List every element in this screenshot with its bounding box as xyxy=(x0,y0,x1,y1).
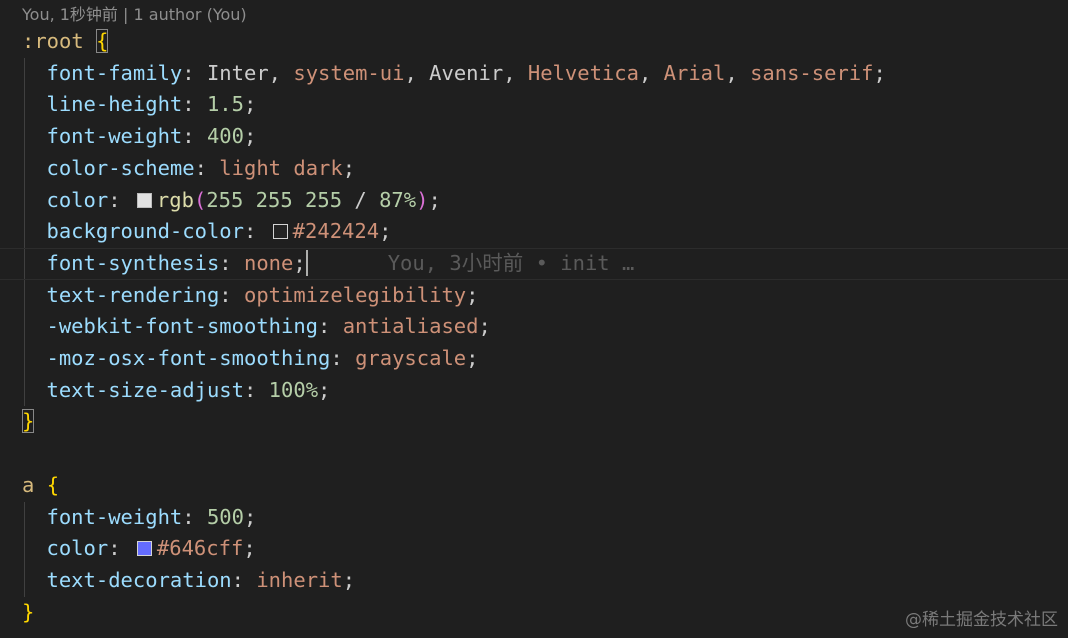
root-open-brace: { xyxy=(96,29,109,53)
css-property: font-family xyxy=(46,60,183,85)
root-selector: :root xyxy=(22,29,84,53)
code-line[interactable]: } xyxy=(0,406,1068,438)
color-swatch-icon[interactable] xyxy=(272,224,288,240)
code-line[interactable]: -webkit-font-smoothing: antialiased; xyxy=(0,311,1068,343)
code-line-current[interactable]: font-synthesis: none; You, 3小时前 • init … xyxy=(0,247,1068,280)
css-property: font-synthesis xyxy=(46,250,220,275)
root-close-brace: } xyxy=(22,409,35,434)
code-line[interactable]: text-decoration: inherit; xyxy=(0,565,1068,597)
codelens-author-info[interactable]: You, 1秒钟前 | 1 author (You) xyxy=(22,3,247,27)
css-property: color xyxy=(46,536,109,561)
code-editor[interactable]: You, 1秒钟前 | 1 author (You) :root { font-… xyxy=(0,0,1068,638)
css-property: -webkit-font-smoothing xyxy=(46,314,319,339)
code-line[interactable]: a { xyxy=(0,470,1068,502)
color-swatch-icon[interactable] xyxy=(136,192,152,208)
code-line[interactable]: font-weight: 400; xyxy=(0,121,1068,153)
color-swatch-icon[interactable] xyxy=(136,541,152,557)
a-selector: a xyxy=(22,472,35,497)
code-line[interactable]: color: #646cff; xyxy=(0,533,1068,565)
code-line[interactable]: line-height: 1.5; xyxy=(0,89,1068,121)
code-line[interactable]: -moz-osx-font-smoothing: grayscale; xyxy=(0,343,1068,375)
a-open-brace: { xyxy=(46,472,60,497)
code-line[interactable]: text-rendering: optimizelegibility; xyxy=(0,280,1068,312)
code-line[interactable]: color: rgb(255 255 255 / 87%); xyxy=(0,185,1068,217)
watermark-text: @稀土掘金技术社区 xyxy=(905,610,1058,630)
css-property: text-rendering xyxy=(46,282,220,307)
css-property: text-size-adjust xyxy=(46,377,244,402)
css-property: -moz-osx-font-smoothing xyxy=(46,346,331,370)
code-line[interactable]: font-family: Inter, system-ui, Avenir, H… xyxy=(0,58,1068,90)
css-property: font-weight xyxy=(46,124,183,149)
css-property: color xyxy=(46,187,109,212)
a-close-brace: } xyxy=(22,599,35,624)
css-property: line-height xyxy=(46,92,183,117)
code-line[interactable]: font-weight: 500; xyxy=(0,502,1068,534)
code-line-empty[interactable] xyxy=(0,438,1068,470)
code-line[interactable]: color-scheme: light dark; xyxy=(0,153,1068,185)
code-line[interactable]: text-size-adjust: 100%; xyxy=(0,375,1068,407)
code-line[interactable]: :root { xyxy=(0,26,1068,58)
css-property: font-weight xyxy=(46,504,183,529)
css-property: text-decoration xyxy=(46,567,232,592)
css-property: background-color xyxy=(46,219,244,244)
inline-blame-annotation: You, 3小时前 • init … xyxy=(387,250,635,275)
css-property: color-scheme xyxy=(46,155,195,180)
code-line[interactable]: background-color: #242424; xyxy=(0,216,1068,248)
